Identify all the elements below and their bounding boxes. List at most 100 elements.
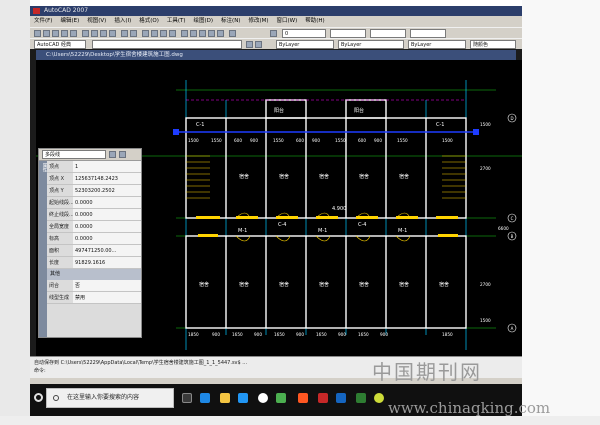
quickcalc-icon[interactable] (217, 30, 224, 37)
selection-type-combo[interactable]: 多段线 (42, 150, 106, 159)
zoom-window-icon[interactable] (160, 30, 167, 37)
paste-icon[interactable] (100, 30, 107, 37)
property-row[interactable]: 长度 91829.1616 (47, 257, 141, 269)
app-title: AutoCAD 2007 (44, 7, 89, 14)
property-value[interactable]: 否 (73, 280, 141, 291)
store-icon[interactable] (238, 393, 248, 403)
section-other[interactable]: 其他 (47, 269, 141, 280)
open-file-icon[interactable] (43, 30, 50, 37)
property-value[interactable]: 1 (73, 161, 141, 172)
room-label: 宿舍 (439, 281, 449, 288)
lineweight-combo[interactable]: ByLayer (408, 40, 466, 49)
file-explorer-icon[interactable] (220, 393, 230, 403)
redo-icon[interactable] (130, 30, 137, 37)
plotstyle-combo[interactable]: 随颜色 (470, 40, 516, 49)
workspace-combo[interactable]: AutoCAD 经典 (34, 40, 86, 49)
property-row[interactable]: 终止线段... 0.0000 (47, 209, 141, 221)
property-value[interactable]: 0.0000 (73, 233, 141, 244)
cut-icon[interactable] (82, 30, 89, 37)
autocad-logo-icon (33, 8, 40, 14)
axis-bubbles (507, 113, 517, 333)
print-icon[interactable] (61, 30, 68, 37)
color-combo[interactable]: ByLayer (276, 40, 334, 49)
save-icon[interactable] (52, 30, 59, 37)
markup-icon[interactable] (208, 30, 215, 37)
preview-icon[interactable] (70, 30, 77, 37)
window-label: C-4 (358, 222, 366, 228)
new-file-icon[interactable] (34, 30, 41, 37)
taskbar-search[interactable]: 在这里输入你要搜索的内容 (46, 388, 174, 408)
match-properties-icon[interactable] (109, 30, 116, 37)
property-row[interactable]: 面积 497471250.00... (47, 245, 141, 257)
menu-insert[interactable]: 插入(I) (114, 16, 131, 27)
dim-right: 2700 (480, 166, 491, 171)
quick-select-icon[interactable] (109, 151, 116, 158)
property-value[interactable]: 52303200.2502 (73, 185, 141, 196)
title-bar: AutoCAD 2007 (30, 6, 522, 16)
zoom-previous-icon[interactable] (169, 30, 176, 37)
menu-view[interactable]: 视图(V) (87, 16, 106, 27)
pan-icon[interactable] (142, 30, 149, 37)
drawing-canvas[interactable]: 宿舍 宿舍 宿舍 宿舍 宿舍 宿舍 宿舍 宿舍 宿舍 宿舍 宿舍 宿舍 阳台 阳… (36, 60, 522, 356)
select-objects-icon[interactable] (119, 151, 126, 158)
linetype-combo[interactable]: ByLayer (338, 40, 404, 49)
property-row[interactable]: 起始线段... 0.0000 (47, 197, 141, 209)
palette-side-bar[interactable]: 属性 (39, 161, 47, 337)
zoom-realtime-icon[interactable] (151, 30, 158, 37)
property-row[interactable]: 顶点 Y 52303200.2502 (47, 185, 141, 197)
menu-window[interactable]: 窗口(W) (277, 16, 298, 27)
start-cortana-icon[interactable] (34, 393, 43, 402)
media-player-icon[interactable] (298, 393, 308, 403)
menu-format[interactable]: 格式(O) (139, 16, 159, 27)
design-center-icon[interactable] (190, 30, 197, 37)
property-row[interactable]: 标高 0.0000 (47, 233, 141, 245)
dim-right: 6600 (498, 226, 509, 231)
chrome-icon[interactable] (258, 393, 268, 403)
axis-label: C (511, 216, 514, 221)
style-combo-2[interactable] (370, 29, 406, 38)
dim-bottom: 900 (212, 332, 220, 337)
property-value[interactable]: 0.0000 (73, 197, 141, 208)
properties-icon[interactable] (181, 30, 188, 37)
app-round-icon[interactable] (374, 393, 384, 403)
current-layer-combo[interactable] (92, 40, 242, 49)
property-row[interactable]: 线型生成 禁用 (47, 292, 141, 304)
property-value[interactable]: 0.0000 (73, 209, 141, 220)
property-value[interactable]: 497471250.00... (73, 245, 141, 256)
property-name: 顶点 (49, 164, 60, 170)
edge-browser-icon[interactable] (200, 393, 210, 403)
menu-edit[interactable]: 编辑(E) (60, 16, 79, 27)
excel-icon[interactable] (356, 393, 366, 403)
word-icon[interactable] (336, 393, 346, 403)
menu-dimension[interactable]: 标注(N) (221, 16, 240, 27)
task-view-icon[interactable] (182, 393, 192, 403)
undo-icon[interactable] (121, 30, 128, 37)
copy-icon[interactable] (91, 30, 98, 37)
style-combo-1[interactable] (330, 29, 366, 38)
menu-draw[interactable]: 绘图(D) (194, 16, 214, 27)
property-row[interactable]: 全局宽度 0.0000 (47, 221, 141, 233)
menu-modify[interactable]: 修改(M) (248, 16, 268, 27)
property-value[interactable]: 91829.1616 (73, 257, 141, 268)
tool-palettes-icon[interactable] (199, 30, 206, 37)
menu-help[interactable]: 帮助(H) (305, 16, 324, 27)
room-label: 宿舍 (279, 281, 289, 288)
make-current-layer-icon[interactable] (246, 41, 253, 48)
app-icon[interactable] (276, 393, 286, 403)
menu-file[interactable]: 文件(F) (34, 16, 52, 27)
autocad-taskbar-icon[interactable] (318, 393, 328, 403)
help-icon[interactable] (229, 30, 236, 37)
property-value[interactable]: 禁用 (73, 292, 141, 303)
property-row[interactable]: 顶点 X 125637148.2423 (47, 173, 141, 185)
property-row[interactable]: 顶点 1 (47, 161, 141, 173)
property-value[interactable]: 0.0000 (73, 221, 141, 232)
menu-tools[interactable]: 工具(T) (167, 16, 186, 27)
property-value[interactable]: 125637148.2423 (73, 173, 141, 184)
property-row[interactable]: 闭合 否 (47, 280, 141, 292)
layer-previous-icon[interactable] (255, 41, 262, 48)
layer-manager-icon[interactable] (270, 30, 277, 37)
property-name: 顶点 Y (49, 188, 64, 194)
layer-combo[interactable]: 0 (282, 29, 326, 38)
room-label: 宿舍 (359, 281, 369, 288)
style-combo-3[interactable] (410, 29, 446, 38)
